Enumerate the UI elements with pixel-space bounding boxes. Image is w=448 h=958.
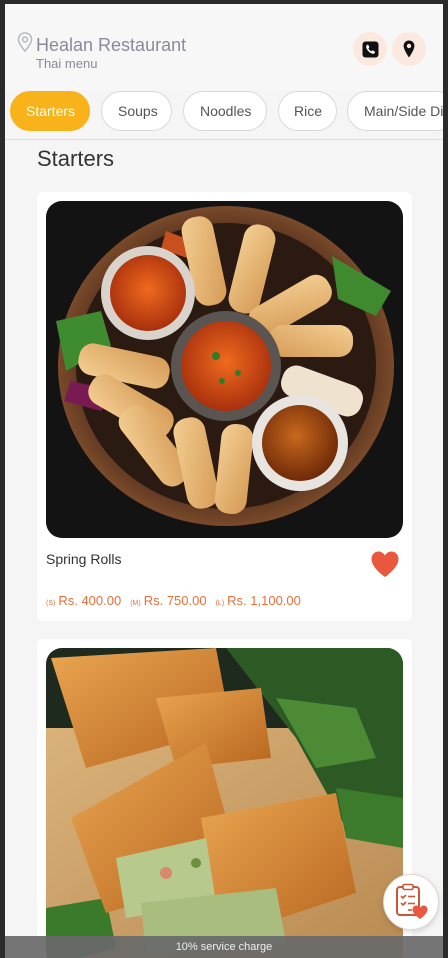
spring-rolls-image [46, 201, 403, 538]
call-button[interactable] [353, 32, 387, 66]
price-large: (L) Rs. 1,100.00 [216, 593, 301, 608]
location-pin-icon [403, 40, 415, 58]
curry-puff-image [46, 648, 403, 958]
order-list-button[interactable] [383, 874, 439, 930]
price-medium: (M) Rs. 750.00 [130, 593, 206, 608]
tab-main-side-dishes[interactable]: Main/Side Di [347, 91, 443, 131]
section-title: Starters [37, 146, 115, 171]
item-name: Spring Rolls [46, 551, 122, 567]
location-button[interactable] [392, 32, 426, 66]
menu-item-card[interactable] [37, 639, 412, 958]
location-outline-icon [17, 32, 33, 52]
price-amount: Rs. 400.00 [58, 593, 122, 608]
header: Healan Restaurant Thai menu [5, 4, 443, 90]
category-tabs: Starters Soups Noodles Rice Main/Side Di [5, 90, 443, 140]
phone-icon [362, 41, 378, 57]
tab-rice[interactable]: Rice [278, 91, 337, 131]
size-label: (S) [46, 600, 56, 607]
price-small: (S) Rs. 400.00 [46, 593, 121, 608]
price-amount: Rs. 750.00 [143, 593, 207, 608]
favorite-heart-icon[interactable] [370, 550, 400, 578]
tab-noodles[interactable]: Noodles [183, 91, 267, 131]
menu-item-card[interactable]: Spring Rolls (S) Rs. 400.00 (M) Rs. 750.… [37, 192, 412, 621]
restaurant-name: Healan Restaurant [36, 35, 187, 55]
price-amount: Rs. 1,100.00 [227, 593, 301, 608]
size-label: (M) [130, 600, 141, 607]
price-list: (S) Rs. 400.00 (M) Rs. 750.00 (L) Rs. 1,… [46, 593, 301, 608]
service-charge-bar: 10% service charge [5, 936, 443, 958]
app-frame: Healan Restaurant Thai menu Starters Sou… [5, 4, 443, 958]
tab-starters[interactable]: Starters [10, 91, 90, 131]
size-label: (L) [215, 600, 225, 607]
tab-soups[interactable]: Soups [101, 91, 172, 131]
order-checklist-heart-icon [396, 883, 428, 919]
menu-subtitle: Thai menu [36, 56, 98, 71]
